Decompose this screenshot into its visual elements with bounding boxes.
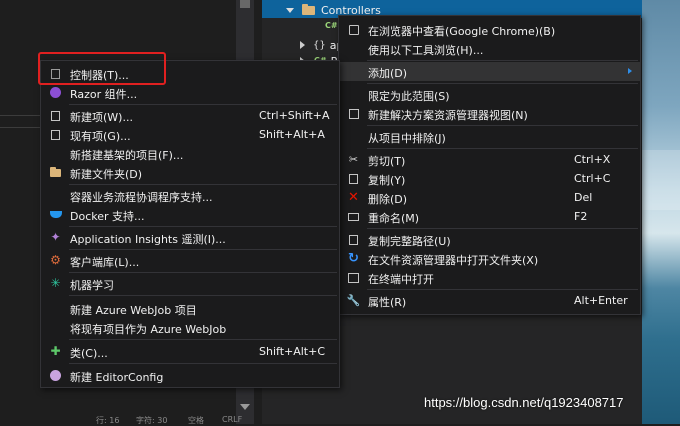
scissors-icon: ✂ [348,153,359,166]
menu-item-browse-with[interactable]: 使用以下工具浏览(H)... [339,39,640,58]
menu-item-new-item[interactable]: 新建项(W)... Ctrl+Shift+A [41,106,339,125]
menu-item-properties[interactable]: 🔧 属性(R) Alt+Enter [339,291,640,310]
menu-item-add[interactable]: 添加(D) [339,62,640,81]
menu-item-existing-item[interactable]: 现有项(G)... Shift+Alt+A [41,125,339,144]
menu-separator [367,60,638,61]
menu-item-scaffolded-item[interactable]: 新搭建基架的项目(F)... [41,144,339,163]
menu-item-open-in-explorer[interactable]: ↻ 在文件资源管理器中打开文件夹(X) [339,249,640,268]
menu-separator [367,228,638,229]
desktop-background [642,0,680,424]
menu-item-exclude-from-project[interactable]: 从项目中排除(J) [339,127,640,146]
docker-icon [49,208,62,221]
copy-icon [347,172,360,185]
menu-item-delete[interactable]: ✕ 删除(D) Del [339,188,640,207]
menu-separator [69,339,337,340]
class-icon: ✚ [50,344,61,358]
menu-separator [69,295,337,296]
menu-separator [367,148,638,149]
machine-learning-icon: ✳ [50,276,61,290]
csharp-file-icon: C# [325,21,338,30]
expand-arrow-icon[interactable] [286,7,294,13]
menu-item-app-insights[interactable]: ✦ Application Insights 遥测(I)... [41,228,339,247]
context-menu: 在浏览器中查看(Google Chrome)(B) 使用以下工具浏览(H)...… [338,15,641,315]
razor-component-icon [49,86,62,99]
menu-item-class[interactable]: ✚ 类(C)... Shift+Alt+C [41,342,339,361]
menu-separator [69,184,337,185]
client-library-icon: ⚙ [50,253,61,267]
menu-separator [69,104,337,105]
submenu-arrow-icon [628,68,632,74]
add-submenu: 控制器(T)... Razor 组件... 新建项(W)... Ctrl+Shi… [40,60,340,388]
json-file-icon: {} [313,39,326,51]
menu-item-new-folder[interactable]: 新建文件夹(D) [41,163,339,182]
desktop-background-highlight [642,150,680,210]
expand-arrow-icon[interactable] [300,41,305,49]
menu-item-container-orchestrator[interactable]: 容器业务流程协调程序支持... [41,186,339,205]
menu-item-view-in-browser[interactable]: 在浏览器中查看(Google Chrome)(B) [339,20,640,39]
terminal-icon [347,271,360,284]
menu-separator [367,83,638,84]
annotation-highlight-box [38,52,166,85]
menu-item-new-editorconfig[interactable]: 新建 EditorConfig [41,366,339,385]
menu-separator [69,226,337,227]
watermark-text: https://blog.csdn.net/q1923408717 [424,395,624,410]
editor-divider [0,127,42,128]
menu-item-copy[interactable]: 复制(Y) Ctrl+C [339,169,640,188]
app-insights-icon: ✦ [50,230,61,244]
menu-item-cut[interactable]: ✂ 剪切(T) Ctrl+X [339,150,640,169]
menu-item-razor-component[interactable]: Razor 组件... [41,83,339,102]
copy-path-icon [347,233,360,246]
view-in-browser-icon [347,23,360,36]
folder-icon [302,3,315,15]
new-solution-view-icon [347,107,360,120]
menu-item-open-in-terminal[interactable]: 在终端中打开 [339,268,640,287]
menu-item-docker-support[interactable]: Docker 支持... [41,205,339,224]
menu-separator [367,289,638,290]
status-indent: 空格 [188,416,204,425]
status-char: 字符: 30 [136,416,168,425]
menu-separator [69,272,337,273]
status-eol: CRLF [222,415,243,424]
menu-item-scope-to-this[interactable]: 限定为此范围(S) [339,85,640,104]
menu-separator [69,249,337,250]
delete-icon: ✕ [348,190,359,205]
status-line: 行: 16 [96,416,120,425]
rename-icon [347,210,360,223]
menu-item-machine-learning[interactable]: ✳ 机器学习 [41,274,339,293]
menu-item-new-solution-view[interactable]: 新建解决方案资源管理器视图(N) [339,104,640,123]
scroll-down-arrow-icon[interactable] [240,404,250,410]
editorconfig-icon [49,369,62,382]
menu-separator [367,125,638,126]
new-item-icon [49,109,62,122]
menu-item-copy-full-path[interactable]: 复制完整路径(U) [339,230,640,249]
new-folder-icon [49,166,62,179]
menu-item-client-library[interactable]: ⚙ 客户端库(L)... [41,251,339,270]
editor-divider [0,115,42,116]
open-folder-icon: ↻ [348,251,359,266]
menu-item-existing-as-webjob[interactable]: 将现有项目作为 Azure WebJob [41,318,339,337]
existing-item-icon [49,128,62,141]
menu-item-new-azure-webjob[interactable]: 新建 Azure WebJob 项目 [41,299,339,318]
menu-separator [69,363,337,364]
scrollbar-thumb[interactable] [240,0,250,8]
wrench-icon: 🔧 [346,294,361,307]
menu-item-rename[interactable]: 重命名(M) F2 [339,207,640,226]
